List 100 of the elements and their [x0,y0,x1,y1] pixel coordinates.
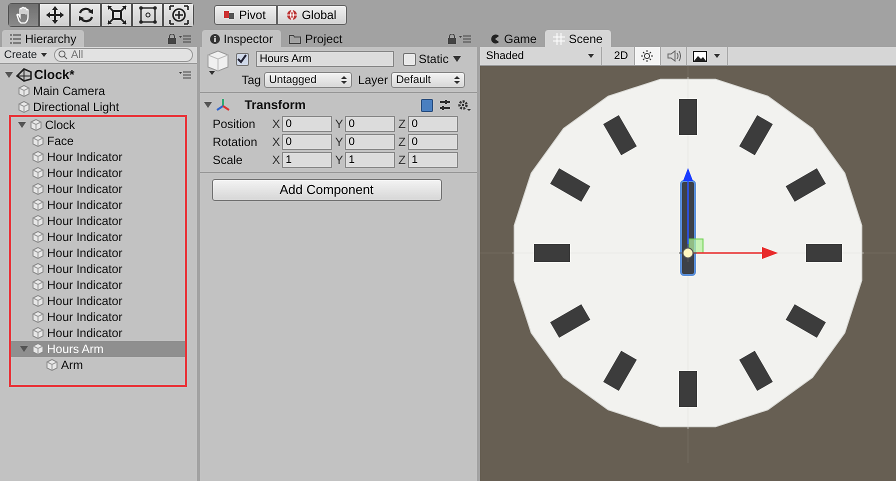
hierarchy-item[interactable]: Clock [45,116,76,134]
hierarchy-item[interactable]: Hour Indicator [47,180,122,198]
axes-icon [216,98,230,112]
hierarchy-item[interactable]: Hour Indicator [47,164,122,182]
hierarchy-item[interactable]: Face [47,132,74,150]
expand-arrow-icon[interactable] [17,120,27,130]
search-field[interactable]: All [54,48,193,62]
scale-icon [106,5,126,25]
property-label: Scale [212,152,244,169]
axis-label: Z [397,134,407,151]
hierarchy-item[interactable]: Hour Indicator [47,308,122,326]
axis-label: Z [397,152,407,169]
axis-label: X [271,134,282,151]
number-field[interactable]: 1 [282,152,332,168]
hierarchy-item[interactable]: Hour Indicator [47,228,122,246]
number-field[interactable]: 0 [408,134,458,150]
cube-icon [31,294,45,308]
tool-button[interactable] [163,3,194,27]
move-arrows-icon [44,5,64,25]
hour-indicator [806,244,842,262]
panel-tab[interactable]: Hierarchy [2,30,84,47]
list-icon [10,34,21,44]
transform-tool-icon [168,5,188,25]
menu-icon[interactable] [459,35,471,43]
tool-button[interactable] [70,3,101,27]
cube-icon [31,198,45,212]
number-field[interactable]: 1 [344,152,395,168]
menu-icon[interactable] [178,71,191,79]
number-field[interactable]: 1 [408,152,458,168]
checkmark-icon [237,54,248,64]
hierarchy-item[interactable]: Hour Indicator [47,148,122,166]
hierarchy-item[interactable]: Hour Indicator [47,276,122,294]
add-component-button[interactable]: Add Component [212,178,442,201]
menu-icon[interactable] [178,35,191,43]
hierarchy-item[interactable]: Directional Light [33,98,120,116]
name-field[interactable]: Hours Arm [256,51,394,67]
scale-handle [688,238,704,254]
folder-icon [288,34,301,44]
sliders-icon[interactable] [439,99,451,112]
lighting-toggle[interactable] [635,47,662,65]
static-checkbox[interactable] [402,52,416,66]
search-icon [58,50,68,60]
tag-dropdown[interactable]: Untagged [264,72,352,88]
axis-label: X [271,116,282,133]
cube-icon [31,246,45,260]
number-field[interactable]: 0 [282,134,332,150]
hierarchy-item[interactable]: Hour Indicator [47,260,122,278]
axis-label: Y [334,134,344,151]
hierarchy-item[interactable]: Hour Indicator [47,292,122,310]
unity-logo-icon [16,68,32,82]
cube-icon [206,50,230,76]
number-field[interactable]: 0 [344,116,395,132]
panel-tab[interactable]: Inspector [202,30,281,47]
layer-dropdown[interactable]: Default [390,72,465,88]
tool-button[interactable] [39,3,70,27]
grid-icon [552,32,565,44]
hierarchy-item[interactable]: Hour Indicator [47,324,122,342]
hierarchy-item[interactable]: Main Camera [33,82,106,100]
tool-button[interactable] [8,3,39,27]
cube-icon [31,326,45,340]
rect-tool-icon [138,5,158,25]
settings-icon[interactable] [457,98,471,112]
number-field[interactable]: 0 [344,134,395,150]
component-title: Transform [244,97,306,114]
hierarchy-item[interactable]: Arm [61,356,83,374]
expand-arrow-icon[interactable] [202,100,213,110]
cube-icon [31,310,45,324]
number-field[interactable]: 0 [282,116,332,132]
axis-label: Z [397,116,407,133]
tag-label: Tag [242,72,261,89]
active-checkbox[interactable] [236,52,249,66]
hierarchy-item[interactable]: Hour Indicator [47,212,122,230]
cube-icon [17,84,31,98]
caret-icon[interactable] [452,55,462,63]
tool-button[interactable] [132,3,163,27]
create-dropdown[interactable]: Create [4,46,48,64]
handle-button[interactable]: Global [276,5,348,25]
expand-arrow-icon[interactable] [4,70,14,80]
image-icon [693,50,708,62]
property-label: Position [212,116,256,133]
cube-icon [31,214,45,228]
tool-button[interactable] [101,3,132,27]
number-field[interactable]: 0 [408,116,458,132]
cube-icon [31,150,45,164]
lock-icon [448,34,456,44]
cube-icon [31,278,45,292]
lock-icon [168,34,176,44]
cube-icon [45,358,59,372]
property-label: Rotation [212,134,258,151]
handle-button[interactable]: Pivot [214,5,277,25]
hierarchy-item[interactable]: Hour Indicator [47,244,122,262]
hour-indicator [679,371,697,407]
panel-tab[interactable]: Scene [544,30,611,47]
panel-tab[interactable]: Project [280,30,350,47]
hierarchy-item[interactable]: Hour Indicator [47,196,122,214]
axis-label: Y [334,152,344,169]
pivot-icon [223,9,235,21]
shading-dropdown[interactable]: Shaded [480,47,602,65]
panel-tab[interactable]: Game [482,30,545,47]
caret-icon [713,52,722,60]
